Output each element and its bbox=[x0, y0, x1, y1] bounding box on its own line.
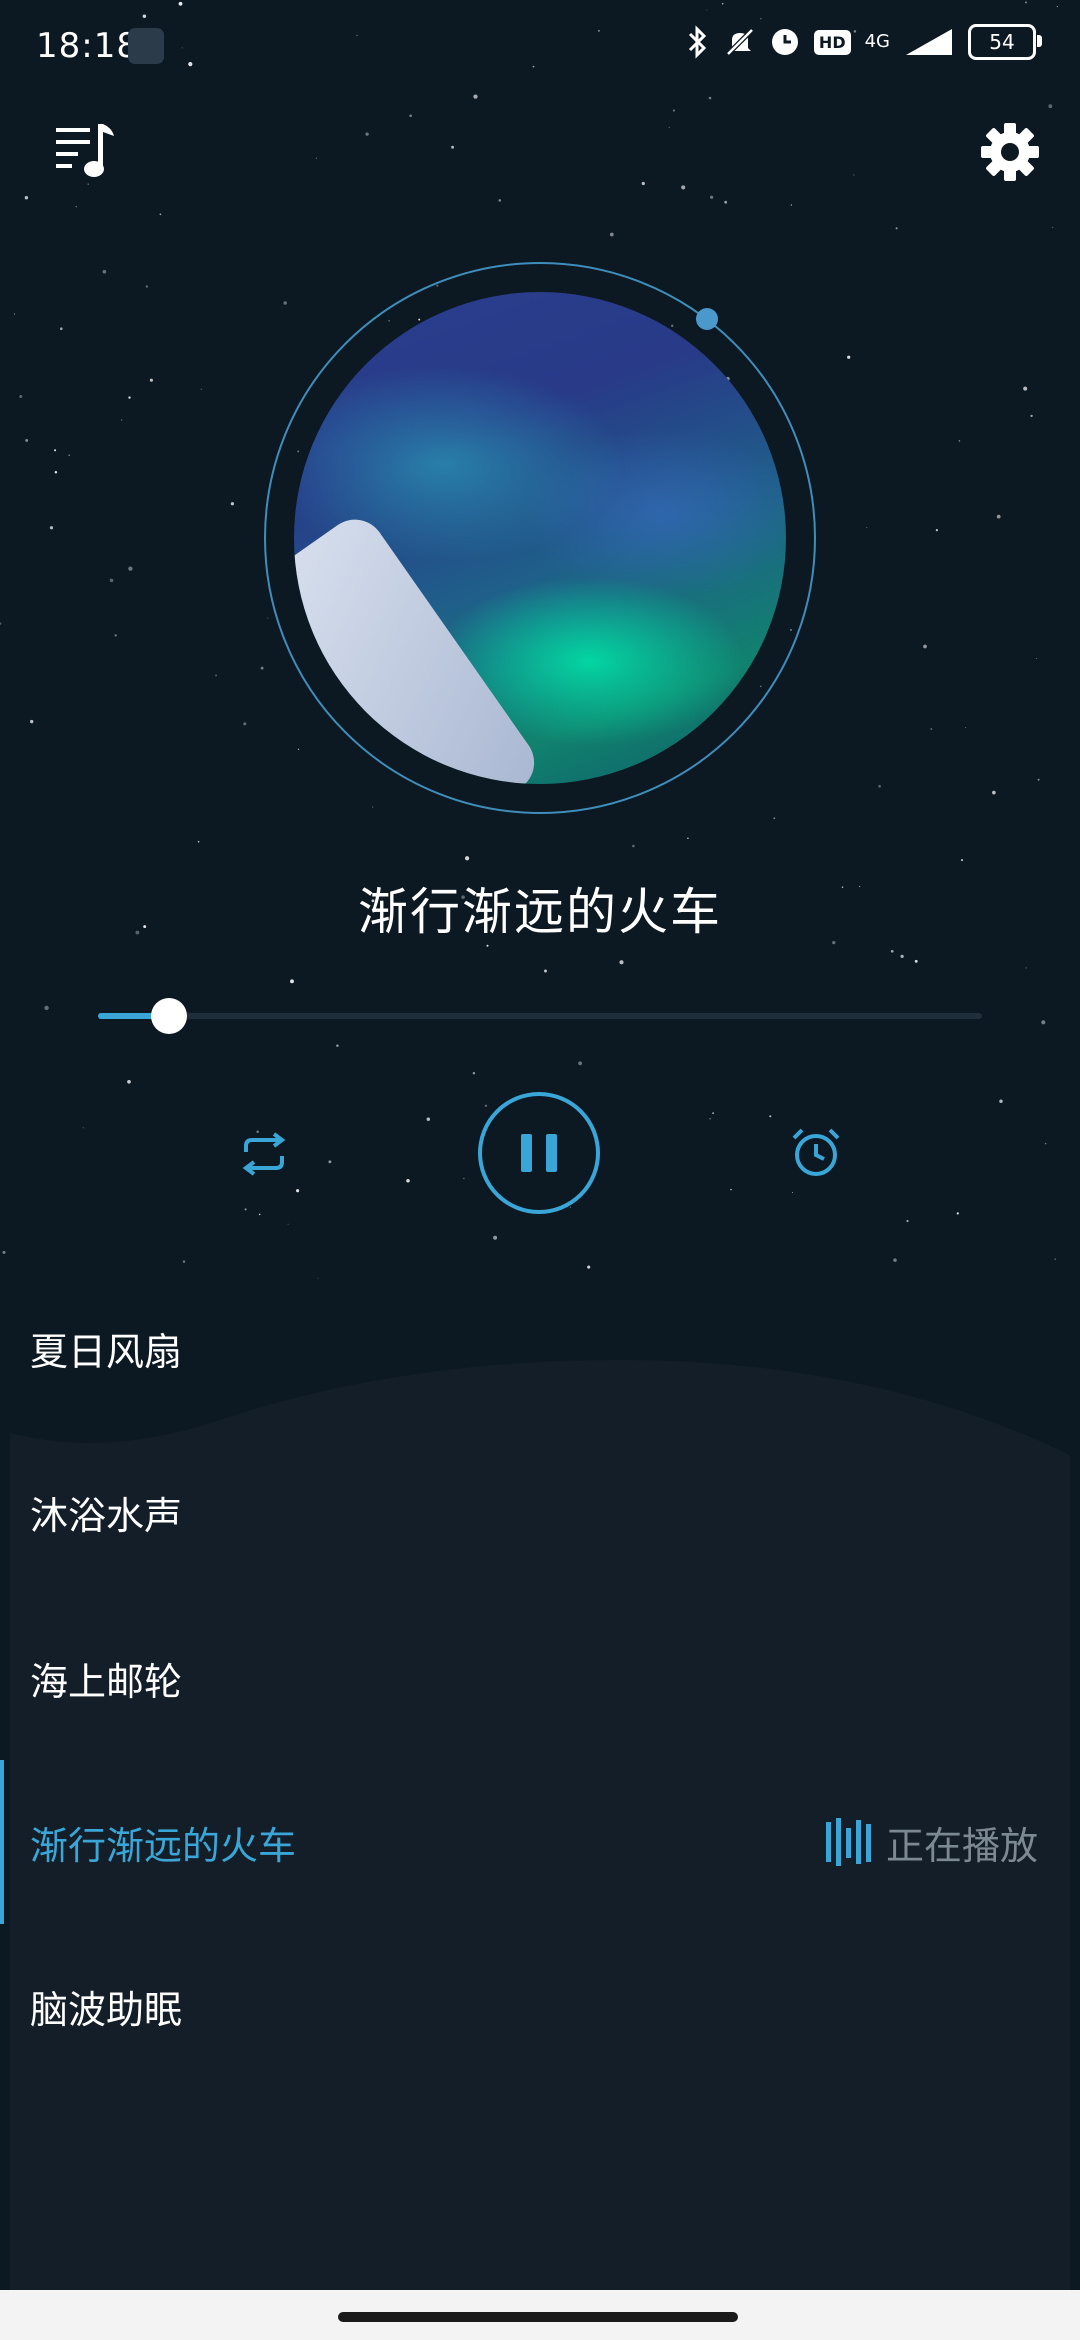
playlist-item[interactable]: 夏日风扇 bbox=[0, 1268, 1080, 1428]
active-indicator bbox=[0, 1760, 4, 1924]
now-playing-indicator: 正在播放 bbox=[825, 1815, 1038, 1870]
battery-icon: 54 bbox=[968, 24, 1042, 60]
playlist-item-label: 沐浴水声 bbox=[30, 1493, 183, 1538]
pause-icon bbox=[521, 1134, 532, 1172]
playlist-item[interactable]: 脑波助眠 bbox=[0, 1926, 1080, 2086]
repeat-icon[interactable] bbox=[236, 1130, 292, 1178]
home-indicator[interactable] bbox=[338, 2312, 738, 2322]
network-type: 4G bbox=[864, 31, 890, 52]
playlist-item-label: 海上邮轮 bbox=[30, 1659, 183, 1704]
progress-thumb[interactable] bbox=[151, 998, 187, 1034]
clock-icon bbox=[771, 29, 798, 55]
equalizer-icon bbox=[825, 1818, 871, 1866]
playlist-item-label: 脑波助眠 bbox=[30, 1987, 183, 2032]
status-icons: HD 4G 54 bbox=[686, 24, 1042, 60]
playlist-item[interactable]: 海上邮轮 bbox=[0, 1598, 1080, 1758]
battery-level: 54 bbox=[989, 30, 1015, 54]
progress-track[interactable] bbox=[98, 1013, 982, 1019]
playlist-item-active[interactable]: 渐行渐远的火车 正在播放 bbox=[0, 1760, 1080, 1924]
playlist-item-label: 夏日风扇 bbox=[30, 1329, 183, 1374]
app-notification-icon bbox=[128, 28, 164, 64]
playlist-item[interactable]: 沐浴水声 bbox=[0, 1432, 1080, 1592]
status-time: 18:18 bbox=[36, 26, 139, 66]
ring-progress-dot bbox=[696, 308, 718, 330]
alarm-clock-icon[interactable] bbox=[788, 1124, 844, 1180]
artwork-mountain bbox=[294, 507, 546, 784]
mute-bell-icon bbox=[726, 28, 754, 56]
now-playing-label: 正在播放 bbox=[885, 1823, 1038, 1868]
playlist-music-icon[interactable] bbox=[54, 120, 118, 180]
hd-badge: HD bbox=[813, 29, 851, 55]
bluetooth-icon bbox=[688, 25, 707, 59]
album-artwork bbox=[294, 292, 786, 784]
now-playing-title: 渐行渐远的火车 bbox=[358, 883, 722, 941]
playlist-item-label: 渐行渐远的火车 bbox=[30, 1823, 297, 1868]
signal-icon bbox=[906, 29, 952, 55]
gear-icon[interactable] bbox=[980, 122, 1040, 182]
pause-button[interactable] bbox=[478, 1092, 600, 1214]
